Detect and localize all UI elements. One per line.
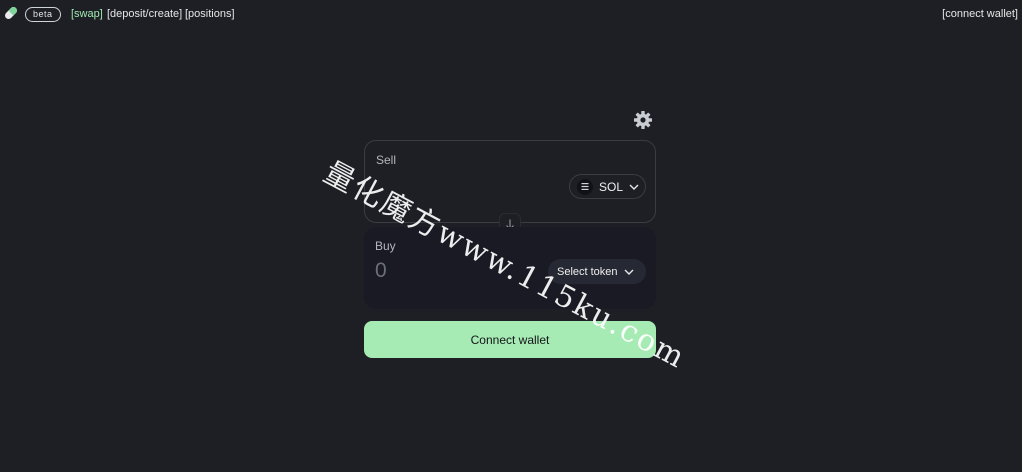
nav-positions-link[interactable]: [positions] bbox=[185, 7, 235, 21]
gear-icon[interactable] bbox=[633, 110, 653, 130]
chevron-down-icon bbox=[624, 269, 634, 275]
chevron-down-icon bbox=[629, 184, 639, 190]
solana-icon bbox=[577, 178, 593, 195]
buy-label: Buy bbox=[375, 239, 396, 253]
sell-token-label: SOL bbox=[599, 179, 624, 194]
pill-logo-icon[interactable] bbox=[3, 5, 19, 21]
header-connect-wallet-link[interactable]: [connect wallet] bbox=[942, 7, 1018, 21]
nav-swap-link[interactable]: [swap] bbox=[71, 7, 103, 21]
beta-badge: beta bbox=[25, 7, 61, 22]
top-bar: beta [swap] [deposit/create] [positions]… bbox=[0, 0, 1022, 28]
sell-label: Sell bbox=[376, 153, 397, 167]
sell-token-select-button[interactable]: SOL bbox=[569, 174, 646, 199]
buy-amount-input[interactable]: 0 bbox=[375, 259, 387, 283]
nav-deposit-create-link[interactable]: [deposit/create] bbox=[107, 7, 182, 21]
